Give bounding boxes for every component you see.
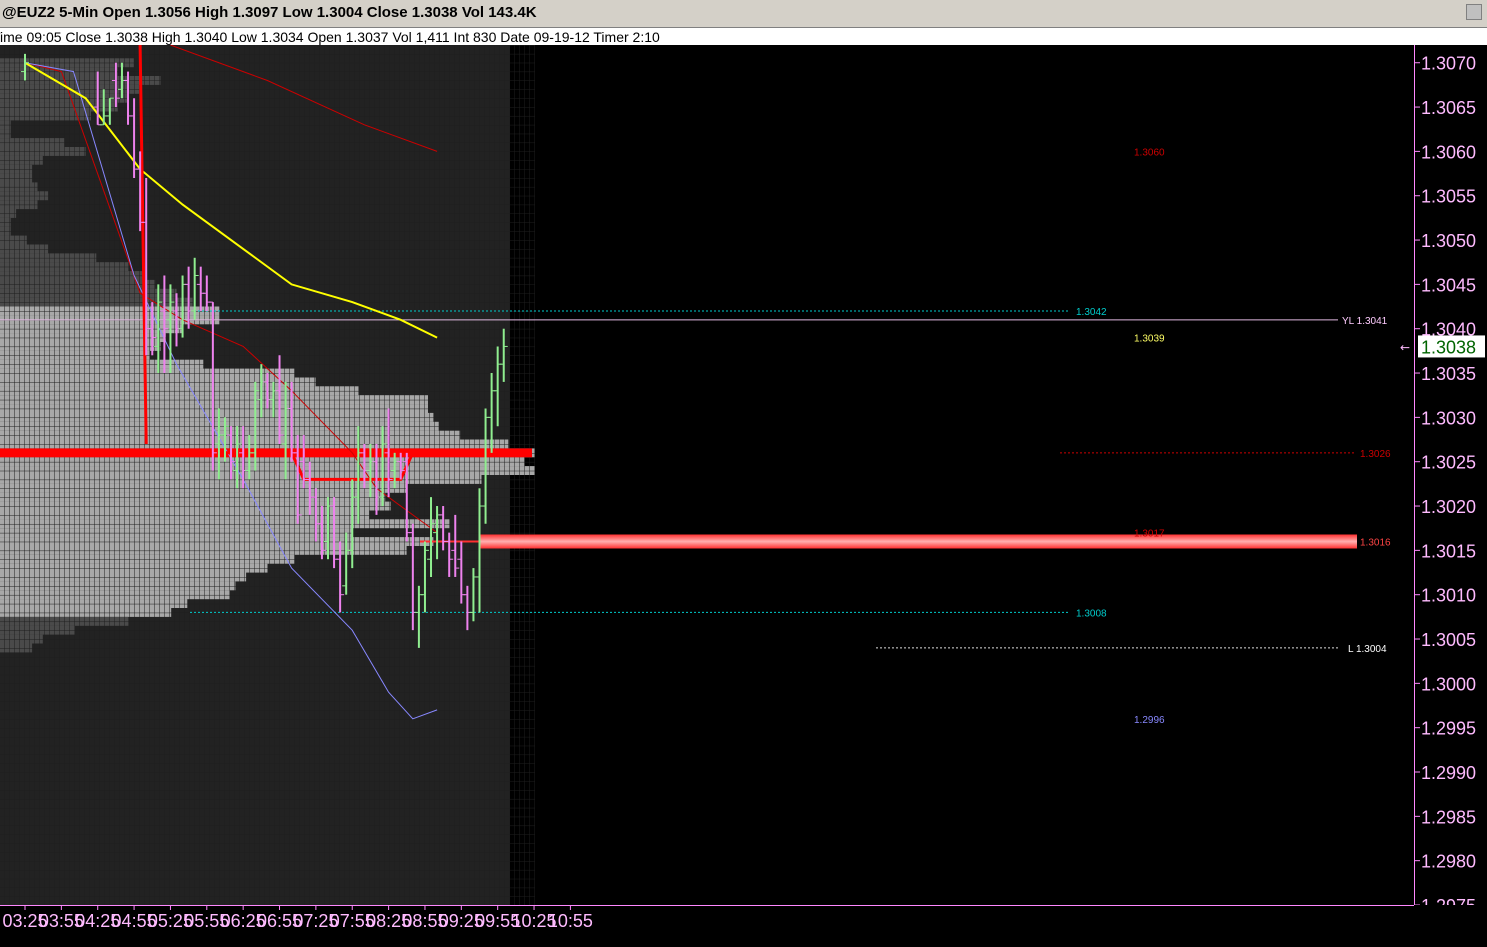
price-tick-label: 1.3000: [1421, 674, 1476, 694]
close-button[interactable]: [1466, 4, 1482, 20]
level-label: 1.3017: [1134, 529, 1165, 540]
price-tick-label: 1.3045: [1421, 275, 1476, 295]
price-tick-label: 1.3010: [1421, 586, 1476, 606]
price-tick-label: 1.3030: [1421, 408, 1476, 428]
level-label: L 1.3004: [1348, 644, 1387, 655]
level-label: 1.2996: [1134, 715, 1165, 726]
title-bar: @EUZ2 5-Min Open 1.3056 High 1.3097 Low …: [0, 0, 1487, 28]
level-label: 1.3042: [1076, 307, 1107, 318]
data-window-bar: Time 09:05 Close 1.3038 High 1.3040 Low …: [0, 28, 1487, 46]
zone-band-1-3016: [480, 534, 1357, 549]
price-tick-label: 1.3060: [1421, 142, 1476, 162]
price-tick-label: 1.3070: [1421, 54, 1476, 74]
price-tick-label: 1.3065: [1421, 98, 1476, 118]
level-label: 1.3060: [1134, 147, 1165, 158]
price-tick-label: 1.2990: [1421, 763, 1476, 783]
level-label: 1.3026: [1360, 449, 1391, 460]
last-price-label: 1.3038: [1421, 337, 1476, 357]
price-tick-label: 1.3005: [1421, 630, 1476, 650]
price-tick-label: 1.3050: [1421, 231, 1476, 251]
price-tick-label: 1.2995: [1421, 719, 1476, 739]
time-tick-label: 10:55: [548, 911, 593, 931]
level-label: 1.3008: [1076, 608, 1107, 619]
price-tick-label: 1.3025: [1421, 453, 1476, 473]
window-title: @EUZ2 5-Min Open 1.3056 High 1.3097 Low …: [2, 4, 537, 21]
level-label: 1.3039: [1134, 334, 1165, 345]
profile-cell-grid: [0, 45, 535, 905]
bar-info-text: Time 09:05 Close 1.3038 High 1.3040 Low …: [0, 29, 660, 45]
price-tick-label: 1.3055: [1421, 187, 1476, 207]
level-label: 1.3016: [1360, 537, 1391, 548]
level-label: YL 1.3041: [1342, 316, 1388, 327]
price-chart[interactable]: 1.3060 1.3042 YL 1.3041 1.3039 1.3026 1.3017 1…: [0, 45, 1487, 947]
last-price-arrow-icon: ←: [1400, 340, 1410, 354]
price-tick-label: 1.3015: [1421, 541, 1476, 561]
price-tick-label: 1.3035: [1421, 364, 1476, 384]
price-tick-label: 1.2980: [1421, 852, 1476, 872]
price-tick-label: 1.2985: [1421, 807, 1476, 827]
price-tick-label: 1.3020: [1421, 497, 1476, 517]
